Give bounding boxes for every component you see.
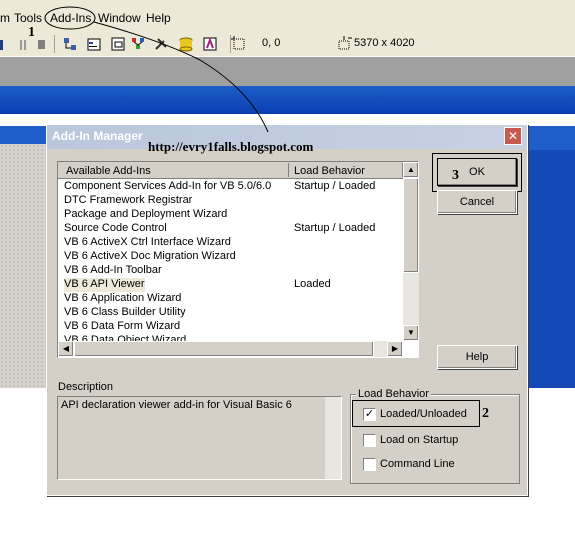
add-ins-list[interactable]: Available Add-Ins Load Behavior Componen… [57, 161, 419, 358]
list-horizontal-scrollbar[interactable]: ◀ ▶ [58, 341, 403, 357]
list-item[interactable]: Component Services Add-In for VB 5.0/6.0 [64, 180, 271, 194]
menu-item-m[interactable]: m [0, 11, 10, 25]
load-behavior-label: Load Behavior [356, 388, 431, 400]
toolbar-fragment-icon [0, 40, 3, 50]
description-label: Description [58, 381, 114, 393]
step-1-marker: 1 [28, 25, 35, 40]
toolbar-separator [54, 35, 55, 53]
help-button[interactable]: Help [437, 345, 517, 369]
chevron-down-icon: ▼ [407, 328, 415, 337]
visual-component-manager-icon[interactable] [202, 36, 218, 52]
chevron-right-icon: ▶ [391, 344, 399, 353]
menu-bar: m Tools Add-Ins Window Help [0, 0, 575, 32]
form-layout-icon[interactable] [110, 36, 126, 52]
check-icon: ✓ [364, 408, 375, 420]
loaded-unloaded-checkbox[interactable]: ✓ [363, 408, 376, 421]
menu-item-help[interactable]: Help [146, 11, 171, 25]
list-item[interactable]: Source Code Control [64, 222, 167, 236]
load-on-startup-checkbox[interactable] [363, 434, 376, 447]
toolbox-icon[interactable] [153, 36, 169, 52]
cancel-button-label: Cancel [459, 196, 495, 208]
description-scrollbar[interactable] [325, 397, 341, 479]
column-header-available-add-ins[interactable]: Available Add-Ins [66, 165, 151, 177]
list-item[interactable]: Package and Deployment Wizard [64, 208, 227, 222]
step-3-marker: 3 [452, 168, 459, 183]
chevron-up-icon: ▲ [407, 165, 415, 174]
column-header-load-behavior[interactable]: Load Behavior [294, 165, 365, 177]
list-item[interactable]: VB 6 Data Form Wizard [64, 320, 180, 334]
ok-button-label: OK [469, 166, 485, 178]
list-item-load-behavior: Startup / Loaded [294, 180, 376, 192]
list-item[interactable]: VB 6 ActiveX Ctrl Interface Wizard [64, 236, 231, 250]
ide-form-titlebar [0, 126, 48, 144]
size-icon [338, 36, 352, 50]
scroll-thumb[interactable] [403, 178, 419, 273]
scroll-thumb[interactable] [74, 341, 374, 357]
close-button[interactable]: ✕ [504, 127, 522, 145]
loaded-unloaded-label: Loaded/Unloaded [380, 408, 467, 420]
position-icon [231, 36, 245, 50]
scroll-up-button[interactable]: ▲ [403, 162, 419, 178]
ide-window-titlebar [0, 86, 575, 114]
load-on-startup-label: Load on Startup [380, 434, 459, 446]
list-item[interactable]: VB 6 Application Wizard [64, 292, 181, 306]
menu-item-window[interactable]: Window [98, 11, 141, 25]
stop-icon[interactable] [38, 40, 45, 49]
list-item-load-behavior: Startup / Loaded [294, 222, 376, 234]
scroll-down-button[interactable]: ▼ [403, 325, 419, 341]
description-text: API declaration viewer add-in for Visual… [61, 399, 292, 411]
help-button-label: Help [465, 351, 489, 363]
ide-right-pane-body [523, 150, 575, 388]
size-readout: 5370 x 4020 [354, 37, 415, 49]
scroll-right-button[interactable]: ▶ [387, 341, 403, 357]
list-item[interactable]: DTC Framework Registrar [64, 194, 192, 208]
data-view-icon[interactable] [178, 36, 194, 52]
cancel-button[interactable]: Cancel [437, 190, 517, 214]
list-item[interactable]: VB 6 API Viewer [64, 278, 145, 292]
dialog-title: Add-In Manager [52, 129, 143, 143]
step-2-marker: 2 [482, 406, 489, 421]
list-vertical-scrollbar[interactable]: ▲ ▼ [403, 162, 419, 341]
command-line-checkbox[interactable] [363, 458, 376, 471]
chevron-left-icon: ◀ [62, 344, 70, 353]
project-explorer-icon[interactable] [62, 36, 78, 52]
ide-toolbar-band [0, 56, 575, 86]
ok-button[interactable]: OK [437, 158, 517, 186]
close-icon: ✕ [507, 129, 519, 143]
list-header: Available Add-Ins Load Behavior [58, 162, 403, 179]
properties-window-icon[interactable] [86, 36, 102, 52]
watermark-url: http://evry1falls.blogspot.com [148, 139, 314, 154]
list-item[interactable]: VB 6 ActiveX Doc Migration Wizard [64, 250, 236, 264]
pause-icon[interactable] [20, 40, 22, 50]
list-item[interactable]: VB 6 Class Builder Utility [64, 306, 186, 320]
list-item-load-behavior: Loaded [294, 278, 331, 290]
menu-item-add-ins[interactable]: Add-Ins [50, 11, 91, 25]
ide-form-designer[interactable] [0, 144, 48, 388]
scroll-left-button[interactable]: ◀ [58, 341, 74, 357]
list-item[interactable]: VB 6 Add-In Toolbar [64, 264, 162, 278]
object-browser-icon[interactable] [130, 36, 146, 52]
command-line-label: Command Line [380, 458, 455, 470]
column-separator [288, 163, 289, 177]
menu-item-tools[interactable]: Tools [14, 11, 42, 25]
position-readout: 0, 0 [262, 37, 281, 49]
pause-icon-bar [24, 40, 26, 50]
